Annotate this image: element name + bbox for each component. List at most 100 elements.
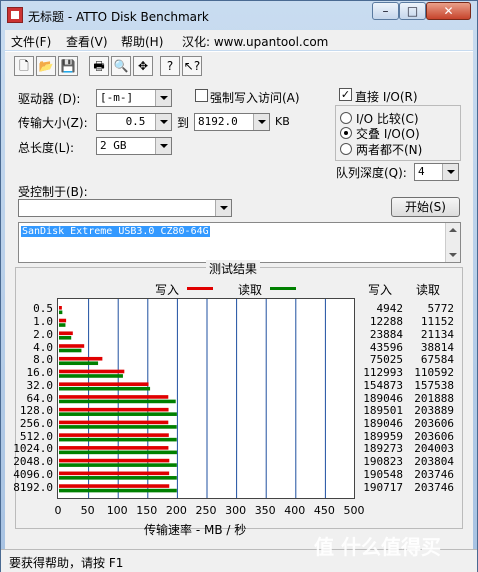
write-value: 190717 <box>363 480 403 494</box>
read-value: 21134 <box>420 327 454 341</box>
write-value: 12288 <box>369 315 403 329</box>
write-value: 112993 <box>363 366 403 380</box>
chevron-down-icon <box>155 90 171 106</box>
read-value: 204003 <box>414 442 454 456</box>
overlapped-io-radio[interactable] <box>340 127 352 139</box>
maximize-button[interactable]: □ <box>399 2 426 20</box>
transfer-from-select[interactable]: 0.5 <box>96 113 172 131</box>
menu-localization[interactable]: 汉化: www.upantool.com <box>182 33 328 50</box>
close-button[interactable]: ✕ <box>426 2 471 20</box>
read-value: 11152 <box>420 315 454 329</box>
x-tick-label: 500 <box>343 504 365 517</box>
read-bar <box>59 463 177 467</box>
read-bar <box>59 488 177 493</box>
write-value: 189273 <box>363 442 403 456</box>
kb-unit-label: KB <box>275 115 290 128</box>
queue-depth-select[interactable]: 4 <box>414 163 459 181</box>
transfer-to-value: 8192.0 <box>198 115 238 128</box>
row-label: 2.0 <box>33 327 53 341</box>
write-value: 23884 <box>369 327 403 341</box>
menu-bar: 文件(F) 查看(V) 帮助(H) 汉化: www.upantool.com <box>5 30 473 50</box>
x-tick-label: 400 <box>284 504 306 517</box>
row-label: 4.0 <box>33 340 53 354</box>
row-label: 512.0 <box>19 429 53 443</box>
app-window: 无标题 - ATTO Disk Benchmark – □ ✕ 文件(F) 查看… <box>0 0 478 572</box>
controlled-by-select[interactable] <box>18 199 232 217</box>
x-tick-label: 200 <box>165 504 187 517</box>
title-bar[interactable]: 无标题 - ATTO Disk Benchmark – □ ✕ <box>1 1 477 29</box>
drive-value: [-m-] <box>100 91 134 104</box>
force-write-checkbox[interactable] <box>195 89 208 102</box>
neither-label: 两者都不(N) <box>356 143 423 157</box>
menu-file[interactable]: 文件(F) <box>11 33 51 50</box>
open-icon[interactable]: 📂 <box>36 56 56 76</box>
write-value: 190823 <box>363 455 403 469</box>
row-label: 1024.0 <box>13 442 53 456</box>
legend-read-swatch <box>270 287 296 290</box>
read-bar <box>59 335 72 340</box>
context-help-icon[interactable]: ↖? <box>182 56 202 76</box>
save-icon[interactable]: 💾 <box>58 56 78 76</box>
read-value: 203606 <box>414 416 454 430</box>
new-icon[interactable]: 🗋 <box>14 56 34 76</box>
write-bar <box>59 471 170 476</box>
write-value: 75025 <box>369 353 403 367</box>
scroll-up-icon[interactable] <box>449 228 457 232</box>
transfer-from-value: 0.5 <box>125 115 146 128</box>
to-label: 到 <box>177 116 190 130</box>
move-icon[interactable]: ✥ <box>133 56 153 76</box>
drive-select[interactable]: [-m-] <box>96 89 172 107</box>
row-label: 16.0 <box>26 366 54 380</box>
write-bar <box>59 395 169 399</box>
start-button[interactable]: 开始(S) <box>391 197 460 217</box>
col-read-header: 读取 <box>416 283 441 297</box>
x-tick-label: 100 <box>106 504 128 517</box>
chevron-down-icon <box>155 114 171 130</box>
row-label: 64.0 <box>26 391 54 405</box>
watermark: 值 什么值得买 <box>314 535 441 559</box>
write-value: 189959 <box>363 429 403 443</box>
write-value: 190548 <box>363 467 403 481</box>
write-bar <box>59 382 149 386</box>
description-textarea[interactable]: SanDisk Extreme USB3.0 CZ80-64G <box>18 222 461 263</box>
menu-view[interactable]: 查看(V) <box>66 33 108 50</box>
row-label: 1.0 <box>33 315 53 329</box>
neither-radio[interactable] <box>340 143 352 155</box>
total-length-value: 2 GB <box>100 139 127 152</box>
write-bar <box>59 433 169 437</box>
total-length-select[interactable]: 2 GB <box>96 137 172 155</box>
minimize-button[interactable]: – <box>372 2 399 20</box>
description-text: SanDisk Extreme USB3.0 CZ80-64G <box>21 226 210 237</box>
write-value: 189501 <box>363 404 403 418</box>
toolbar: 🗋 📂 💾 🖶 🔍 ✥ ? ↖? <box>5 51 473 80</box>
read-bar <box>59 399 176 404</box>
x-tick-label: 50 <box>80 504 95 517</box>
read-value: 157538 <box>414 378 454 392</box>
scroll-down-icon[interactable] <box>449 253 457 257</box>
chevron-down-icon <box>253 114 269 130</box>
read-bar <box>59 425 177 429</box>
direct-io-checkbox[interactable]: ✓ <box>339 88 352 101</box>
read-bar <box>59 310 63 315</box>
write-bar <box>59 407 169 412</box>
menu-help[interactable]: 帮助(H) <box>121 33 163 50</box>
write-bar <box>59 420 169 425</box>
read-bar <box>59 437 177 442</box>
read-bar <box>59 361 99 366</box>
transfer-to-select[interactable]: 8192.0 <box>194 113 270 131</box>
chevron-down-icon <box>155 138 171 154</box>
io-compare-radio[interactable] <box>340 112 352 124</box>
client-area: 驱动器 (D): [-m-] 强制写入访问(A) 传输大小(Z): 0.5 到 … <box>5 79 473 549</box>
read-value: 203889 <box>414 404 454 418</box>
x-tick-label: 350 <box>254 504 276 517</box>
row-label: 0.5 <box>33 302 53 316</box>
read-value: 203746 <box>414 480 454 494</box>
description-scrollbar[interactable] <box>445 223 460 262</box>
legend-read-label: 读取 <box>238 283 263 297</box>
write-bar <box>59 318 67 323</box>
read-value: 38814 <box>420 340 454 354</box>
help-icon[interactable]: ? <box>160 56 180 76</box>
print-icon[interactable]: 🖶 <box>89 56 109 76</box>
print-preview-icon[interactable]: 🔍 <box>111 56 131 76</box>
overlapped-io-label: 交叠 I/O(O) <box>356 127 420 141</box>
